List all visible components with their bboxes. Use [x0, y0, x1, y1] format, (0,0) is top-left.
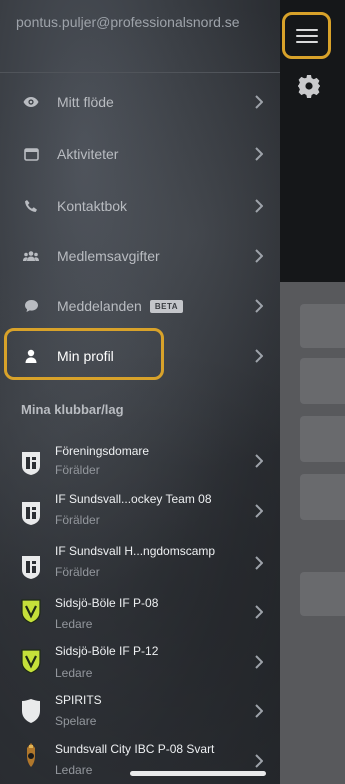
chevron-right-icon	[255, 249, 263, 263]
eye-icon	[22, 93, 40, 111]
phone-icon	[22, 197, 40, 215]
highlight-box	[4, 328, 164, 380]
divider	[0, 72, 280, 73]
if-sundsvall-logo	[22, 502, 40, 525]
content-card	[300, 474, 345, 520]
calendar-icon	[22, 145, 40, 163]
club-name: Sidsjö-Böle IF P-12	[55, 644, 159, 658]
chevron-right-icon	[255, 556, 263, 570]
menu-item-aktiviteter[interactable]: Aktiviteter	[0, 128, 280, 180]
club-item[interactable]: IF Sundsvall...ockey Team 08 Förälder	[0, 486, 280, 542]
chevron-right-icon	[255, 95, 263, 109]
chevron-right-icon	[255, 754, 263, 768]
home-indicator	[130, 771, 266, 776]
club-role: Ledare	[55, 763, 93, 777]
content-card	[300, 304, 345, 348]
content-card	[300, 572, 345, 616]
sidsjo-bole-shield-logo	[21, 649, 41, 674]
group-icon	[22, 247, 40, 265]
chevron-right-icon	[255, 147, 263, 161]
content-body	[280, 282, 345, 784]
club-item[interactable]: Sidsjö-Böle IF P-12 Ledare	[0, 638, 280, 694]
main-content-peek	[280, 0, 345, 784]
navigation-drawer: pontus.puljer@professionalsnord.se Mitt …	[0, 0, 280, 784]
club-role: Förälder	[55, 565, 100, 579]
chevron-right-icon	[255, 655, 263, 669]
club-name: Sidsjö-Böle IF P-08	[55, 596, 159, 610]
menu-label: Kontaktbok	[57, 198, 128, 214]
chevron-right-icon	[255, 504, 263, 518]
club-name: IF Sundsvall...ockey Team 08	[55, 492, 212, 506]
club-name: Föreningsdomare	[55, 444, 150, 458]
club-name: SPIRITS	[55, 693, 102, 707]
club-role: Förälder	[55, 463, 100, 477]
menu-toggle-button[interactable]	[282, 12, 331, 59]
club-name: Sundsvall City IBC P-08 Svart	[55, 742, 215, 756]
menu-item-mitt-flode[interactable]: Mitt flöde	[0, 76, 280, 128]
club-role: Förälder	[55, 513, 100, 527]
menu-item-kontaktbok[interactable]: Kontaktbok	[0, 180, 280, 232]
chevron-right-icon	[255, 704, 263, 718]
menu-item-meddelanden[interactable]: Meddelanden BETA	[0, 280, 280, 332]
menu-label: Meddelanden BETA	[57, 298, 184, 314]
club-role: Spelare	[55, 714, 97, 728]
chat-bubble-icon	[22, 297, 40, 315]
sundsvall-city-logo	[27, 743, 35, 767]
menu-label: Medlemsavgifter	[57, 248, 160, 264]
club-item[interactable]: IF Sundsvall H...ngdomscamp Förälder	[0, 540, 280, 596]
account-email: pontus.puljer@professionalsnord.se	[16, 14, 240, 30]
chevron-right-icon	[255, 605, 263, 619]
beta-badge: BETA	[149, 300, 184, 313]
menu-item-medlemsavgifter[interactable]: Medlemsavgifter	[0, 230, 280, 282]
club-name: IF Sundsvall H...ngdomscamp	[55, 544, 216, 558]
hamburger-icon	[295, 28, 318, 43]
chevron-right-icon	[255, 454, 263, 468]
menu-label-text: Meddelanden	[57, 298, 142, 314]
menu-label: Mitt flöde	[57, 94, 114, 110]
chevron-right-icon	[255, 299, 263, 313]
club-item[interactable]: Föreningsdomare Förälder	[0, 432, 280, 488]
if-sundsvall-logo	[22, 556, 40, 579]
club-role: Ledare	[55, 617, 93, 631]
sidsjo-bole-shield-logo	[21, 599, 41, 624]
section-title-clubs: Mina klubbar/lag	[21, 402, 124, 417]
chevron-right-icon	[255, 349, 263, 363]
content-card	[300, 358, 345, 404]
content-card	[300, 416, 345, 462]
club-item[interactable]: Sundsvall City IBC P-08 Svart Ledare	[0, 736, 280, 784]
gear-icon[interactable]	[297, 74, 321, 98]
white-shield-logo	[22, 699, 40, 723]
club-role: Ledare	[55, 666, 93, 680]
if-sundsvall-logo	[22, 452, 40, 475]
menu-label: Aktiviteter	[57, 146, 119, 162]
chevron-right-icon	[255, 199, 263, 213]
